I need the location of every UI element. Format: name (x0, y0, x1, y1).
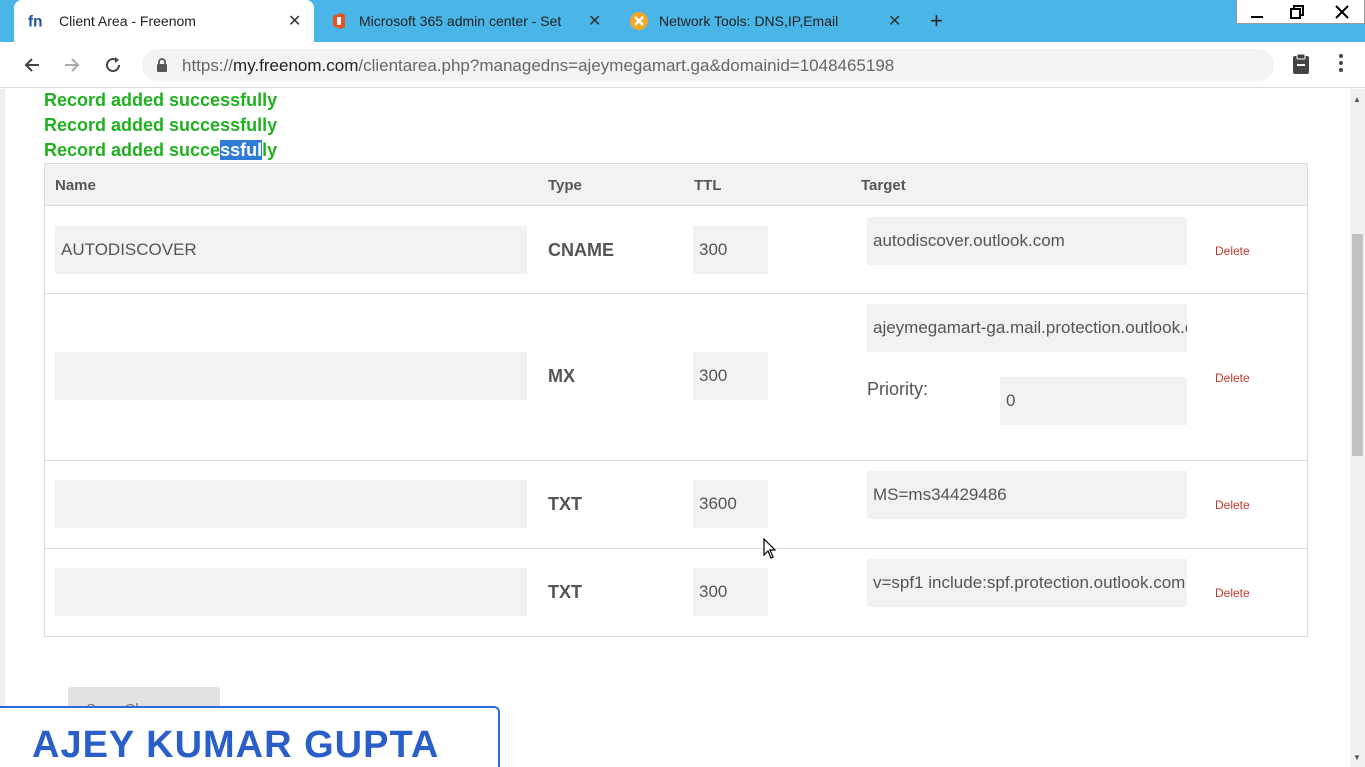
tab-title: Network Tools: DNS,IP,Email (659, 13, 839, 29)
close-tab-icon[interactable]: ✕ (288, 11, 301, 31)
priority-label: Priority: (867, 379, 929, 399)
column-header-name: Name (55, 177, 96, 194)
record-ttl-input[interactable]: 3600 (693, 480, 768, 528)
record-type: TXT (548, 494, 582, 514)
success-message: Record added successfully (44, 115, 278, 135)
record-name-input[interactable] (55, 352, 527, 400)
scroll-up-arrow-icon[interactable]: ▲ (1353, 95, 1361, 104)
url-host: my.freenom.com (233, 56, 359, 75)
back-icon[interactable] (20, 53, 44, 77)
url-path: /clientarea.php?managedns=ajeymegamart.g… (358, 56, 895, 75)
table-header: Name Type TTL Target (45, 164, 1307, 206)
message-text: ly (262, 140, 278, 160)
window-controls (1236, 0, 1365, 24)
table-row: AUTODISCOVER CNAME 300 autodiscover.outl… (45, 206, 1307, 294)
office-icon (330, 12, 348, 30)
record-ttl-input[interactable]: 300 (693, 226, 768, 274)
browser-toolbar: https://my.freenom.com/clientarea.php?ma… (0, 42, 1365, 88)
delete-record-link[interactable]: Delete (1215, 244, 1250, 258)
new-tab-icon[interactable]: + (930, 8, 943, 34)
tab-title: Microsoft 365 admin center - Set (359, 13, 562, 29)
menu-kebab-icon[interactable] (1338, 53, 1344, 78)
record-ttl-input[interactable]: 300 (693, 352, 768, 400)
dns-records-table: Name Type TTL Target AUTODISCOVER CNAME … (44, 163, 1308, 637)
clipboard-extension-icon[interactable] (1291, 53, 1311, 80)
record-name-input[interactable] (55, 568, 527, 616)
svg-text:fn: fn (28, 13, 42, 30)
record-target-input[interactable]: v=spf1 include:spf.protection.outlook.co… (867, 559, 1187, 607)
delete-record-link[interactable]: Delete (1215, 586, 1250, 600)
tab-client-area[interactable]: fn Client Area - Freenom ✕ (14, 0, 314, 42)
mouse-cursor-icon (763, 537, 777, 565)
close-tab-icon[interactable]: ✕ (588, 11, 601, 31)
page-edge (0, 89, 5, 767)
record-type: TXT (548, 582, 582, 602)
priority-input[interactable]: 0 (1000, 377, 1187, 425)
record-type: CNAME (548, 240, 614, 260)
restore-icon[interactable] (1277, 0, 1317, 24)
close-tab-icon[interactable]: ✕ (888, 11, 901, 31)
page-content: Record added successfully Record added s… (0, 89, 1365, 767)
tab-title: Client Area - Freenom (59, 13, 196, 29)
text-selection: ssful (220, 140, 263, 160)
column-header-ttl: TTL (694, 177, 722, 194)
address-bar[interactable]: https://my.freenom.com/clientarea.php?ma… (142, 49, 1274, 81)
success-message: Record added successfully (44, 140, 277, 161)
record-name-input[interactable]: AUTODISCOVER (55, 226, 527, 274)
presenter-name: AJEY KUMAR GUPTA (32, 724, 440, 766)
message-text: Record added succe (44, 140, 221, 160)
record-target-input[interactable]: ajeymegamart-ga.mail.protection.outlook.… (867, 304, 1187, 352)
table-row: TXT 300 v=spf1 include:spf.protection.ou… (45, 549, 1307, 636)
tab-network-tools[interactable]: Network Tools: DNS,IP,Email ✕ (618, 0, 914, 42)
success-message: Record added successfully (44, 90, 278, 110)
column-header-target: Target (861, 177, 906, 194)
delete-record-link[interactable]: Delete (1215, 371, 1250, 385)
url-scheme: https:// (182, 56, 234, 75)
presenter-name-banner: AJEY KUMAR GUPTA (0, 706, 500, 767)
table-row: TXT 3600 MS=ms34429486 Delete (45, 461, 1307, 549)
mxtoolbox-icon (630, 12, 648, 30)
lock-icon[interactable] (156, 58, 168, 77)
freenom-icon: fn (28, 12, 46, 30)
record-target-input[interactable]: MS=ms34429486 (867, 471, 1187, 519)
forward-icon[interactable] (60, 53, 84, 77)
tab-microsoft-365[interactable]: Microsoft 365 admin center - Set ✕ (318, 0, 614, 42)
delete-record-link[interactable]: Delete (1215, 498, 1250, 512)
scroll-down-arrow-icon[interactable]: ▼ (1353, 753, 1361, 762)
record-target-input[interactable]: autodiscover.outlook.com (867, 217, 1187, 265)
minimize-icon[interactable] (1237, 0, 1277, 24)
table-row: MX 300 ajeymegamart-ga.mail.protection.o… (45, 294, 1307, 461)
record-ttl-input[interactable]: 300 (693, 568, 768, 616)
scrollbar-thumb[interactable] (1352, 234, 1363, 456)
reload-icon[interactable] (101, 53, 125, 77)
tab-strip: fn Client Area - Freenom ✕ Microsoft 365… (0, 0, 1365, 42)
url-text: https://my.freenom.com/clientarea.php?ma… (182, 56, 894, 76)
column-header-type: Type (548, 177, 582, 194)
record-type: MX (548, 366, 575, 386)
record-name-input[interactable] (55, 480, 527, 528)
close-window-icon[interactable] (1317, 0, 1365, 24)
